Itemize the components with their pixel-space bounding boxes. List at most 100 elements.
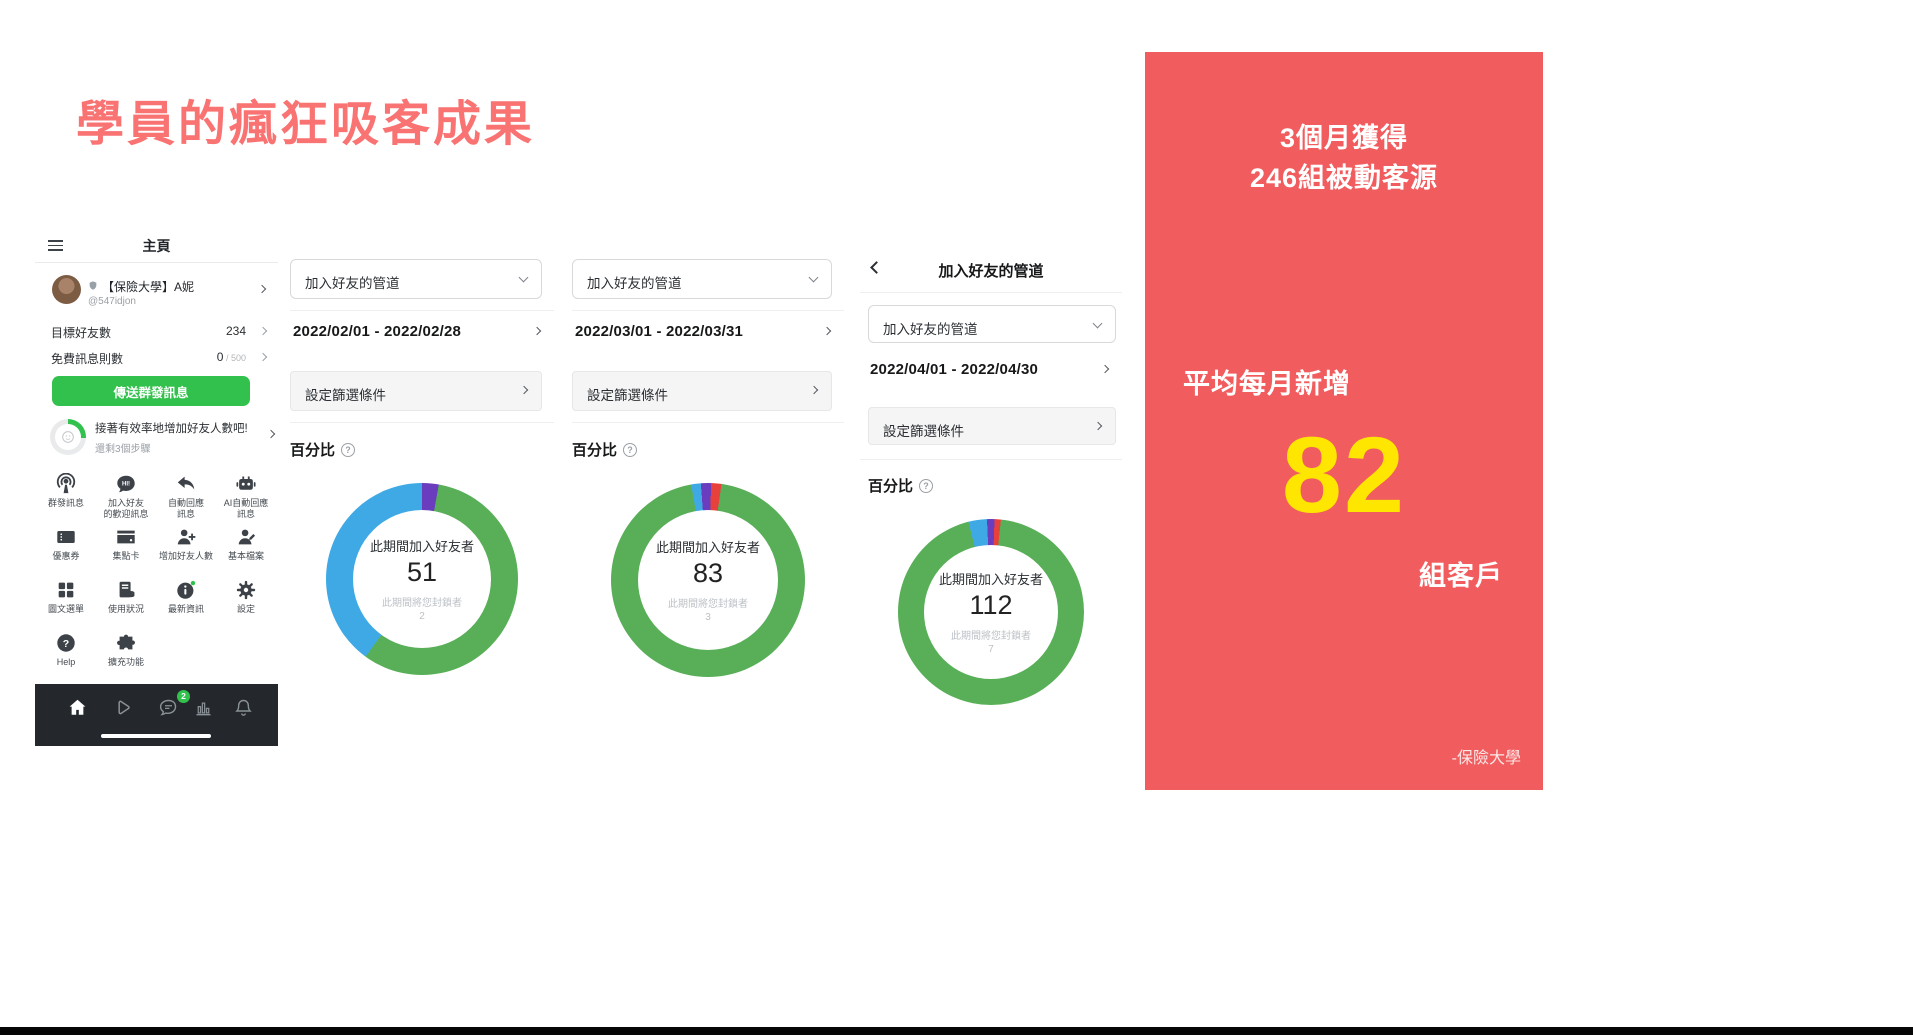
coupon-icon: [55, 526, 77, 548]
menu-item-help[interactable]: Help: [36, 629, 96, 682]
chevron-down-icon: [1092, 318, 1103, 329]
menu-item-welcome-message[interactable]: 加入好友 的歡迎訊息: [96, 470, 156, 523]
menu-item-label: 加入好友 的歡迎訊息: [103, 498, 149, 519]
welcome-message-icon: [115, 473, 137, 495]
menu-item-label: 設定: [236, 604, 255, 614]
date-range-selector[interactable]: 2022/03/01 - 2022/03/31: [572, 323, 844, 343]
menu-item-reward-card[interactable]: 集點卡: [96, 523, 156, 576]
send-broadcast-button[interactable]: 傳送群發訊息: [52, 376, 250, 406]
joined-label: 此期間加入好友者: [938, 572, 1043, 587]
row-label: 目標好友數: [51, 326, 112, 340]
tip-text: 接著有效率地增加好友人數吧!: [95, 423, 248, 435]
percentage-section-title: 百分比: [860, 475, 1122, 495]
menu-item-label: 圖文選單: [47, 604, 84, 614]
help-circle-icon[interactable]: [623, 443, 638, 457]
bottom-black-bar: [0, 1027, 1913, 1035]
panel-title: 加入好友的管道: [938, 263, 1044, 280]
panel-header: 加入好友的管道: [860, 260, 1122, 284]
chevron-right-icon[interactable]: [257, 284, 267, 294]
menu-item-basic-profile[interactable]: 基本檔案: [216, 523, 276, 576]
menu-item-label: 集點卡: [112, 551, 140, 561]
help-circle-icon[interactable]: [341, 443, 356, 457]
menu-item-add-friends[interactable]: 增加好友人數: [156, 523, 216, 576]
joined-label: 此期間加入好友者: [369, 539, 474, 554]
stats-panel-february: 加入好友的管道 2022/02/01 - 2022/02/28 設定篩選條件 百…: [290, 252, 554, 675]
basic-profile-icon: [235, 526, 257, 548]
date-range-selector[interactable]: 2022/04/01 - 2022/04/30: [860, 361, 1122, 381]
menu-item-label: 群發訊息: [47, 498, 84, 508]
chevron-right-icon: [258, 326, 268, 336]
help-circle-icon[interactable]: [919, 479, 934, 493]
blocked-label: 此期間將您封鎖者: [382, 598, 462, 609]
blocked-value: 7: [988, 644, 994, 655]
extensions-icon: [115, 632, 137, 654]
joined-label: 此期間加入好友者: [655, 540, 760, 555]
menu-item-label: 自動回應 訊息: [167, 498, 204, 519]
menu-item-settings[interactable]: 設定: [216, 576, 276, 629]
friend-channel-dropdown[interactable]: 加入好友的管道: [868, 305, 1116, 343]
filter-settings-button[interactable]: 設定篩選條件: [572, 371, 832, 411]
menu-item-ai-auto-reply[interactable]: AI自動回應 訊息: [216, 470, 276, 523]
divider: [35, 262, 278, 263]
stats-panel-march: 加入好友的管道 2022/03/01 - 2022/03/31 設定篩選條件 百…: [572, 252, 844, 677]
home-icon: [67, 697, 88, 718]
summary-line1: 3個月獲得: [1279, 123, 1409, 153]
friend-channel-dropdown[interactable]: 加入好友的管道: [290, 259, 542, 299]
menu-item-auto-reply[interactable]: 自動回應 訊息: [156, 470, 216, 523]
friend-channel-dropdown[interactable]: 加入好友的管道: [572, 259, 832, 299]
menu-item-usage-status[interactable]: 使用狀況: [96, 576, 156, 629]
phone-header-title: 主頁: [142, 238, 171, 254]
broadcast-icon: [55, 473, 77, 495]
chevron-right-icon: [532, 326, 542, 336]
chat-unread-badge: 2: [177, 690, 190, 703]
slide-canvas: 學員的瘋狂吸客成果 主頁 【保險大學】A妮 @547idjon 目標好友數 23…: [0, 0, 1913, 1035]
joined-value: 83: [692, 558, 724, 588]
chat-tab[interactable]: [158, 697, 179, 718]
menu-item-label: Help: [56, 657, 76, 667]
menu-item-coupon[interactable]: 優惠券: [36, 523, 96, 576]
free-messages-row[interactable]: 免費訊息則數 0 / 500: [51, 350, 268, 366]
percentage-section-title: 百分比: [572, 439, 844, 459]
menu-item-label: AI自動回應 訊息: [223, 498, 269, 519]
insights-tab[interactable]: [193, 697, 214, 718]
divider: [860, 459, 1122, 460]
menu-item-label: 優惠券: [52, 551, 80, 561]
page-title: 學員的瘋狂吸客成果: [76, 98, 536, 151]
target-friends-row[interactable]: 目標好友數 234: [51, 324, 268, 340]
divider: [860, 292, 1122, 293]
percentage-section-title: 百分比: [290, 439, 554, 459]
menu-item-broadcast[interactable]: 群發訊息: [36, 470, 96, 523]
donut-chart-april: 此期間加入好友者 112 此期間將您封鎖者 7: [898, 519, 1084, 705]
summary-signature: -保險大學: [1451, 750, 1521, 767]
play-icon: [112, 697, 133, 718]
filter-settings-button[interactable]: 設定篩選條件: [868, 407, 1116, 445]
chat-bubble-icon: [158, 697, 179, 718]
usage-status-icon: [115, 579, 137, 601]
menu-item-label: 最新資訊: [167, 604, 204, 614]
date-range-selector[interactable]: 2022/02/01 - 2022/02/28: [290, 323, 554, 343]
summary-line2: 246組被動客源: [1249, 163, 1439, 193]
menu-item-latest-news[interactable]: 最新資訊: [156, 576, 216, 629]
ai-auto-reply-icon: [235, 473, 257, 495]
joined-value: 51: [406, 557, 438, 587]
add-friends-icon: [175, 526, 197, 548]
phone-bottom-navbar: 2: [35, 684, 278, 746]
chevron-right-icon: [1093, 421, 1103, 431]
voom-tab[interactable]: [112, 697, 133, 718]
menu-item-extensions[interactable]: 擴充功能: [96, 629, 156, 682]
home-indicator-bar: [101, 734, 211, 738]
menu-item-label: 擴充功能: [107, 657, 144, 667]
reward-card-icon: [115, 526, 137, 548]
home-tab[interactable]: [67, 697, 88, 718]
filter-settings-button[interactable]: 設定篩選條件: [290, 371, 542, 411]
chevron-right-icon: [519, 385, 529, 395]
summary-unit-label: 組客戶: [1419, 561, 1503, 591]
menu-item-rich-menu[interactable]: 圖文選單: [36, 576, 96, 629]
chevron-right-icon[interactable]: [266, 429, 276, 439]
home-menu-grid: 群發訊息 加入好友 的歡迎訊息 自動回應 訊息 AI自動回應 訊息優惠券 集點卡 增加好友…: [36, 470, 276, 682]
avatar[interactable]: [52, 275, 81, 304]
divider: [290, 310, 554, 311]
summary-average-label: 平均每月新增: [1183, 369, 1351, 399]
line-app-home-screen: 主頁 【保險大學】A妮 @547idjon 目標好友數 234 免費訊息則數 0…: [35, 228, 278, 750]
notifications-tab[interactable]: [233, 697, 254, 718]
